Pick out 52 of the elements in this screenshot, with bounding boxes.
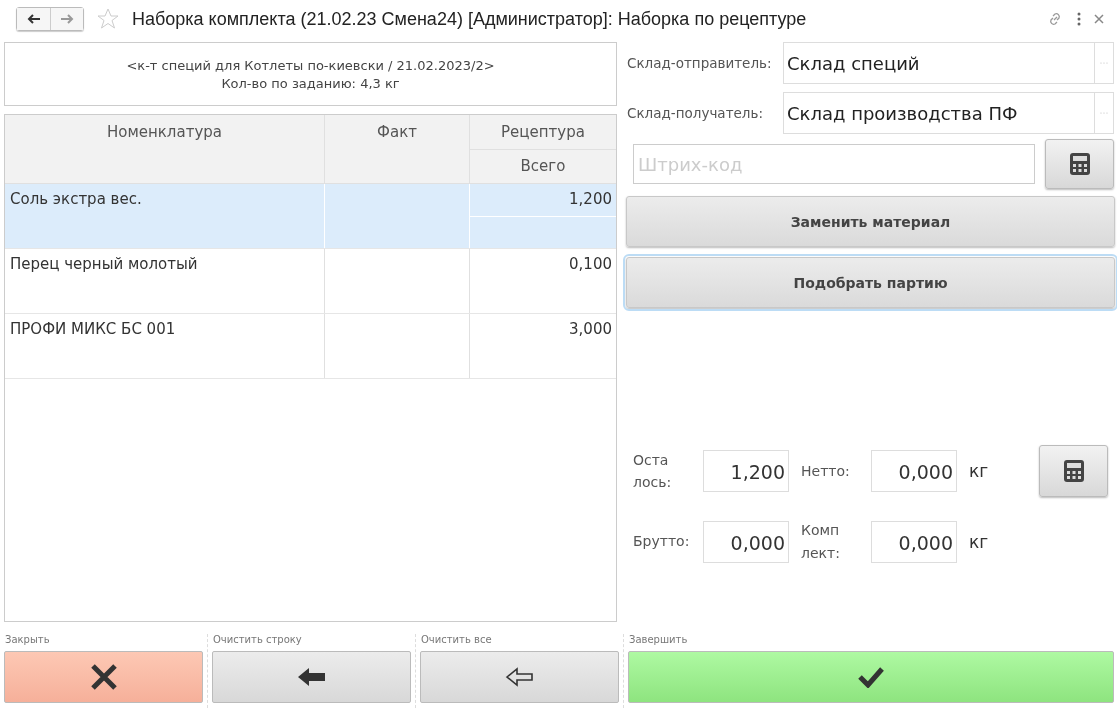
arrow-left-icon bbox=[296, 667, 327, 687]
task-text: Кол-во по заданию: 4,3 кг bbox=[221, 75, 400, 91]
weight-field[interactable]: 0,000 bbox=[871, 450, 957, 493]
field-label: Брутто: bbox=[633, 532, 691, 552]
table-cell-text: 3,000 bbox=[568, 319, 613, 340]
table-cell: Соль экстра вес. bbox=[5, 184, 325, 248]
cross-icon bbox=[88, 663, 119, 691]
task-text: <к-т специй для Котлеты по-киевски / 21.02.2023/2> bbox=[126, 57, 495, 73]
column-header[interactable]: Факт bbox=[325, 115, 470, 183]
button-caption: Закрыть bbox=[4, 634, 51, 645]
table-row[interactable]: ПРОФИ МИКС БС 001 3,000 bbox=[5, 314, 616, 379]
table-cell: Перец черный молотый bbox=[5, 249, 325, 313]
unit-label: кг bbox=[969, 461, 989, 482]
close-button[interactable] bbox=[4, 651, 203, 703]
window-title: Наборка комплекта (21.02.23 Смена24) [Администратор]: Наборка по рецептуре bbox=[132, 8, 808, 30]
column-header[interactable]: Рецептура bbox=[470, 115, 616, 149]
unit-label: кг bbox=[969, 531, 989, 552]
field-label: Склад-получатель: bbox=[626, 105, 764, 121]
table-cell: ПРОФИ МИКС БС 001 bbox=[5, 314, 325, 378]
weight-field[interactable]: 0,000 bbox=[871, 520, 957, 563]
check-icon bbox=[857, 666, 885, 688]
table-cell-text: 1,200 bbox=[568, 189, 613, 210]
table-row[interactable]: Соль экстра вес. 1,200 bbox=[5, 184, 616, 249]
calculator-button[interactable] bbox=[1045, 139, 1114, 189]
column-header[interactable]: Номенклатура bbox=[5, 115, 325, 183]
calculator-icon bbox=[1068, 152, 1091, 176]
warehouse-field[interactable]: Склад производства ПФ bbox=[783, 92, 1114, 134]
weight-field[interactable]: 0,000 bbox=[703, 520, 789, 563]
button-caption: Очистить строку bbox=[212, 634, 303, 645]
more-icon[interactable] bbox=[1076, 12, 1082, 26]
field-label: Нетто: bbox=[801, 462, 851, 481]
action-button[interactable]: Заменить материал bbox=[626, 196, 1115, 247]
button-caption: Очистить все bbox=[420, 634, 493, 645]
warehouse-field[interactable]: Склад специй bbox=[783, 42, 1114, 84]
back-button[interactable] bbox=[17, 8, 50, 30]
button-caption: Завершить bbox=[628, 634, 689, 645]
arrow-right-icon bbox=[60, 14, 74, 24]
star-icon[interactable] bbox=[96, 7, 120, 31]
table-row[interactable]: Перец черный молотый 0,100 bbox=[5, 249, 616, 314]
arrow-left-icon bbox=[504, 667, 535, 687]
calculator-button[interactable] bbox=[1039, 445, 1108, 498]
field-label: Склад-отправитель: bbox=[626, 55, 773, 71]
field-label: Комплект: bbox=[801, 521, 841, 563]
table-cell-text: 0,100 bbox=[568, 254, 613, 275]
arrow-left-icon bbox=[26, 14, 41, 24]
field-label: Осталось: bbox=[633, 450, 673, 493]
clear-row-button[interactable] bbox=[212, 651, 411, 703]
close-icon[interactable] bbox=[1094, 14, 1104, 24]
column-header[interactable]: Всего bbox=[470, 148, 616, 183]
calculator-icon bbox=[1062, 459, 1085, 484]
action-button[interactable]: Подобрать партию bbox=[626, 257, 1115, 308]
weight-field[interactable]: 1,200 bbox=[703, 450, 789, 493]
